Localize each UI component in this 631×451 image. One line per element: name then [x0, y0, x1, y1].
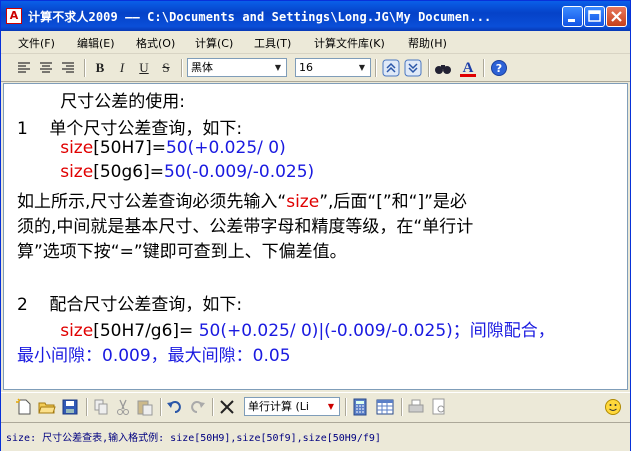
toolbar-separator: [160, 398, 162, 416]
editor-line[interactable]: size[50g6]=50(-0.009/-0.025): [17, 162, 314, 182]
calc-mode-value: 单行计算 (Li: [248, 400, 309, 413]
editor-text-run: 算”选项下按“=”键即可查到上、下偏差值。: [17, 242, 347, 262]
maximize-icon: [588, 10, 601, 22]
toolbar-separator: [86, 398, 88, 416]
toolbar-separator: [84, 59, 86, 77]
new-file-icon[interactable]: [14, 397, 34, 417]
align-center-icon[interactable]: [36, 58, 56, 78]
editor-text-run: 尺寸公差的使用:: [17, 92, 185, 112]
redo-icon[interactable]: [187, 397, 207, 417]
copy-icon[interactable]: [91, 397, 111, 417]
italic-button[interactable]: I: [112, 58, 132, 78]
print-icon[interactable]: [406, 397, 426, 417]
editor-text-run: size: [17, 321, 94, 341]
editor-text-run: [50g6]=: [93, 162, 164, 182]
bold-button[interactable]: B: [90, 58, 110, 78]
help-icon[interactable]: ?: [489, 58, 509, 78]
paste-icon[interactable]: [135, 397, 155, 417]
minimize-icon: [568, 19, 575, 22]
close-button[interactable]: [606, 6, 627, 27]
editor-text-run: [50H7]=: [93, 138, 166, 158]
minimize-button[interactable]: [562, 6, 583, 27]
editor-line[interactable]: 算”选项下按“=”键即可查到上、下偏差值。: [17, 237, 347, 262]
editor-text-run: size: [286, 192, 320, 212]
align-right-icon[interactable]: [58, 58, 78, 78]
menu-format[interactable]: 格式(O): [136, 35, 175, 51]
status-text: size: 尺寸公差查表,输入格式例: size[50H9],size[50f9…: [6, 433, 381, 444]
svg-text:?: ?: [496, 62, 502, 75]
menu-file[interactable]: 文件(F): [18, 35, 55, 51]
calc-mode-select[interactable]: 单行计算 (Li ▼: [244, 397, 340, 416]
editor-line[interactable]: 最小间隙：0.009，最大间隙：0.05: [17, 341, 291, 366]
underline-button[interactable]: U: [134, 58, 154, 78]
app-window: A 计算不求人2009 —— C:\Documents and Settings…: [0, 0, 631, 451]
smiley-icon[interactable]: [603, 397, 623, 417]
strikethrough-button[interactable]: S: [156, 58, 176, 78]
color-swatch: [460, 74, 476, 77]
editor-text-run: 50(+0.025/ 0): [165, 138, 286, 158]
menu-calc-library[interactable]: 计算文件库(K): [314, 35, 385, 51]
print-preview-icon[interactable]: [429, 397, 449, 417]
open-folder-icon[interactable]: [37, 397, 57, 417]
app-icon[interactable]: A: [6, 8, 22, 24]
maximize-button[interactable]: [584, 6, 605, 27]
editor-line[interactable]: 1 单个尺寸公差查询，如下:: [17, 114, 242, 139]
editor-text-run: size: [17, 138, 94, 158]
editor-line[interactable]: 2 配合尺寸公差查询，如下:: [17, 290, 242, 315]
toolbar-separator: [428, 59, 430, 77]
increase-size-icon[interactable]: [381, 58, 401, 78]
calc-toolbar: 单行计算 (Li ▼: [1, 392, 630, 421]
align-left-icon[interactable]: [14, 58, 34, 78]
editor-text-run: 50(+0.025/ 0)|(-0.009/-0.025)；间隙配合，: [198, 321, 555, 341]
editor-text-run: 须的,中间就是基本尺寸、公差带字母和精度等级，在“单行计: [17, 217, 474, 237]
editor-line[interactable]: 尺寸公差的使用:: [17, 87, 185, 112]
undo-icon[interactable]: [165, 397, 185, 417]
editor-line[interactable]: 如上所示,尺寸公差查询必须先输入“size”,后面“[”和“]”是必: [17, 187, 467, 212]
status-bar: size: 尺寸公差查表,输入格式例: size[50H9],size[50f9…: [1, 422, 630, 451]
editor-text-run: [50H7/g6]=: [93, 321, 199, 341]
format-toolbar: B I U S 黑体 ▼ 16 ▼ A ?: [1, 54, 630, 82]
table-icon[interactable]: [375, 397, 395, 417]
chevron-down-icon[interactable]: ▼: [355, 60, 369, 75]
cut-icon[interactable]: [113, 397, 133, 417]
font-size-value: 16: [299, 61, 313, 74]
editor-text-run: 如上所示,尺寸公差查询必须先输入“: [17, 192, 287, 212]
font-color-button[interactable]: A: [458, 58, 478, 78]
editor-line[interactable]: size[50H7/g6]= 50(+0.025/ 0)|(-0.009/-0.…: [17, 316, 555, 341]
font-name-value: 黑体: [191, 61, 213, 74]
title-bar[interactable]: A 计算不求人2009 —— C:\Documents and Settings…: [1, 1, 630, 31]
editor-line[interactable]: size[50H7]=50(+0.025/ 0): [17, 138, 286, 158]
editor-text-run: 50(-0.009/-0.025): [163, 162, 315, 182]
calculator-icon[interactable]: [350, 397, 370, 417]
font-name-select[interactable]: 黑体 ▼: [187, 58, 287, 77]
toolbar-separator: [212, 398, 214, 416]
toolbar-separator: [345, 398, 347, 416]
toolbar-separator: [483, 59, 485, 77]
save-icon[interactable]: [60, 397, 80, 417]
window-title: 计算不求人2009 —— C:\Documents and Settings\L…: [28, 10, 492, 24]
menu-calculate[interactable]: 计算(C): [195, 35, 233, 51]
menu-bar: 文件(F) 编辑(E) 格式(O) 计算(C) 工具(T) 计算文件库(K) 帮…: [1, 31, 630, 54]
toolbar-separator: [181, 59, 183, 77]
editor-text-run: 2 配合尺寸公差查询，如下:: [17, 295, 243, 315]
editor-text-run: size: [17, 162, 94, 182]
clear-icon[interactable]: [217, 397, 237, 417]
editor-text-run: 最小间隙：0.009，最大间隙：0.05: [17, 346, 291, 366]
menu-help[interactable]: 帮助(H): [408, 35, 447, 51]
menu-edit[interactable]: 编辑(E): [77, 35, 115, 51]
decrease-size-icon[interactable]: [403, 58, 423, 78]
editor-line[interactable]: 须的,中间就是基本尺寸、公差带字母和精度等级，在“单行计: [17, 212, 473, 237]
toolbar-separator: [375, 59, 377, 77]
close-icon: [611, 11, 622, 22]
find-icon[interactable]: [433, 58, 453, 78]
menu-tools[interactable]: 工具(T): [254, 35, 291, 51]
font-size-select[interactable]: 16 ▼: [295, 58, 371, 77]
editor-text-run: 1 单个尺寸公差查询，如下:: [17, 119, 243, 139]
editor-text-run: ”,后面“[”和“]”是必: [319, 192, 467, 212]
chevron-down-icon[interactable]: ▼: [271, 60, 285, 75]
toolbar-separator: [401, 398, 403, 416]
document-editor[interactable]: 尺寸公差的使用: 1 单个尺寸公差查询，如下: size[50H7]=50(+0.…: [3, 83, 628, 390]
chevron-down-icon[interactable]: ▼: [324, 399, 338, 414]
